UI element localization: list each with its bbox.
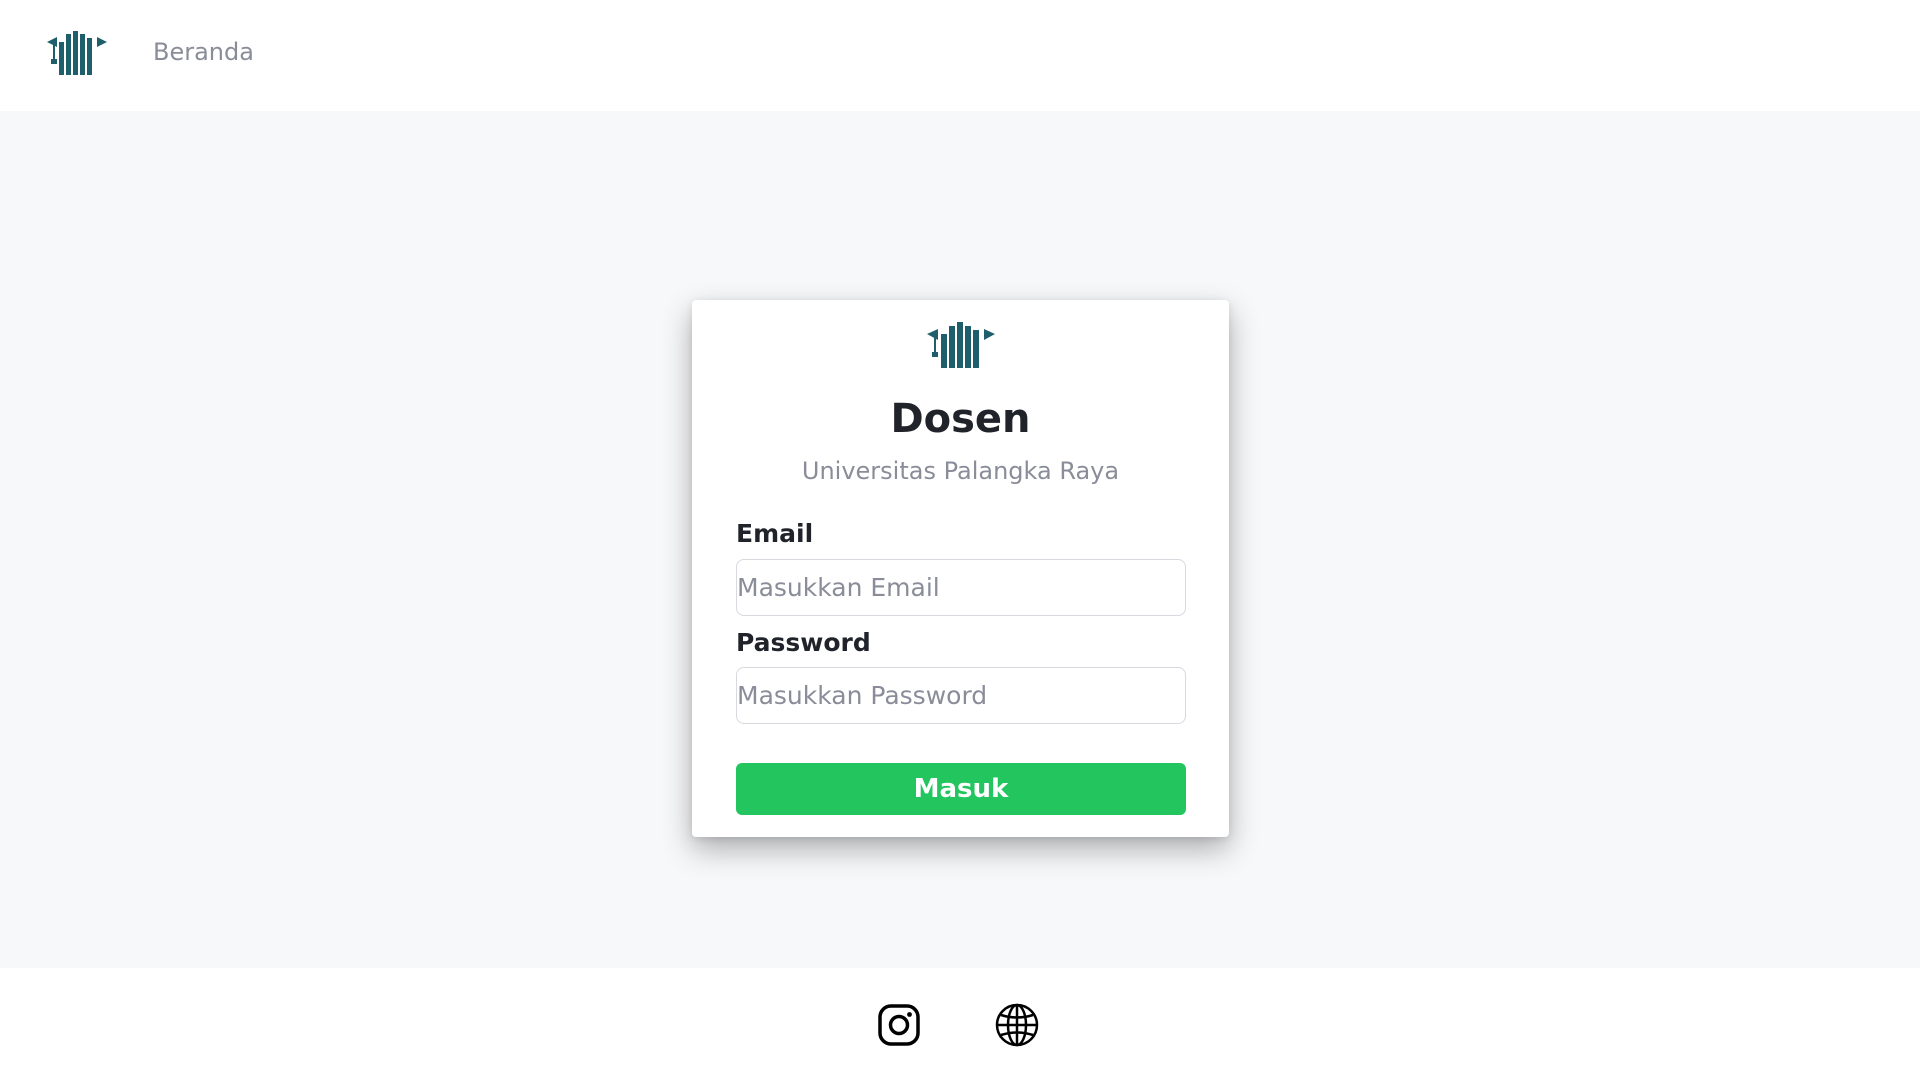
login-subtitle: Universitas Palangka Raya [801,457,1120,485]
instagram-icon[interactable] [877,1003,921,1047]
globe-icon[interactable] [995,1003,1039,1047]
email-label: Email [736,519,814,548]
logo-icon[interactable] [47,31,107,77]
login-title: Dosen [890,396,1031,442]
password-field[interactable] [736,667,1186,724]
nav-link-home[interactable]: Beranda [153,38,254,66]
main-content: Dosen Universitas Palangka Raya Email Pa… [0,111,1920,968]
email-field[interactable] [736,559,1186,616]
top-navbar: Beranda [0,0,1920,111]
footer [0,968,1920,1080]
password-label: Password [736,628,871,657]
login-card: Dosen Universitas Palangka Raya Email Pa… [692,300,1229,837]
login-button[interactable]: Masuk [736,763,1186,815]
logo-icon [927,322,995,369]
